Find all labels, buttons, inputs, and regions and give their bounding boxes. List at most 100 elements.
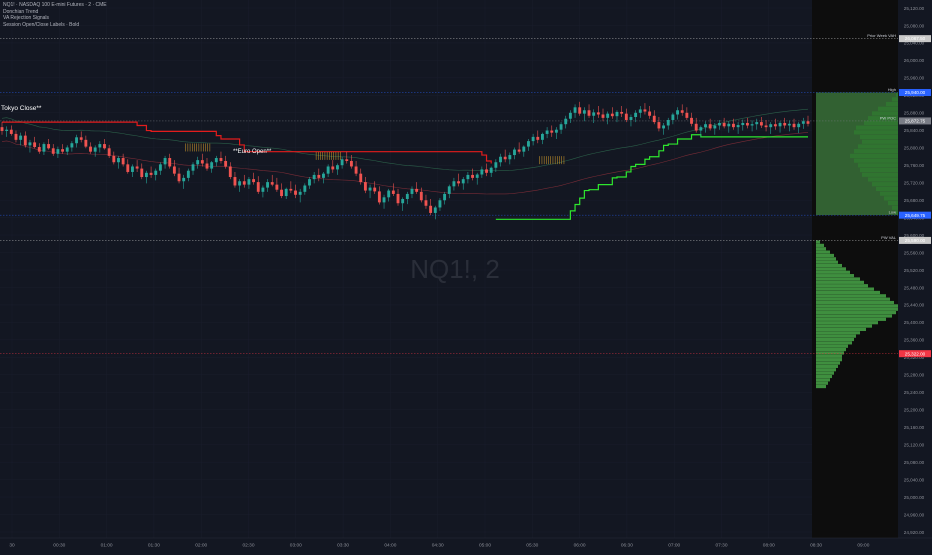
time-tick-label: 01:30 [148,543,160,549]
candle-body [303,185,307,192]
candle-body [745,122,749,126]
candle-body [690,117,693,124]
candle-body [550,130,554,133]
price-tick-label: 25,560.00 [904,250,925,255]
price-tag-text: 25,940.00 [905,90,926,95]
candle-body [415,188,419,192]
candle-body [0,127,4,131]
profile-bar [816,354,842,358]
candle-body [144,172,148,178]
profile-bar [816,263,842,268]
profile-bar [816,337,854,342]
price-tick-label: 25,120.00 [904,6,925,11]
candle-body [28,142,32,146]
profile-bar [816,347,846,352]
candle-body [331,166,335,170]
price-tick-label: 25,160.00 [904,425,925,430]
candle-body [694,123,698,131]
candle-body [750,124,754,126]
candle-body [270,182,274,185]
profile-bar [816,267,846,271]
candle-body [23,135,27,146]
profile-bar [816,250,830,254]
candle-body [354,166,358,174]
price-tick-label: 25,960.00 [904,76,925,81]
candle-body [461,179,465,184]
candle-body [503,156,507,160]
price-tag-text: 25,322.00 [905,351,926,356]
price-tick-label: 25,080.00 [904,23,925,28]
candle-body [210,162,214,169]
candle-body [219,158,223,161]
price-tag-text: 25,649.75 [905,213,926,218]
profile-bar [816,304,898,308]
price-tick-label: 25,280.00 [904,373,925,378]
candle-body [340,159,344,166]
price-tick-label: 25,760.00 [904,163,925,168]
indicator-va-rejection[interactable]: VA Rejection Signals [3,15,107,22]
candle-body [657,122,661,129]
candle-body [205,163,209,169]
candle-body [564,118,568,125]
candle-body [676,110,679,115]
time-tick-label: 04:00 [384,543,396,549]
candle-body [708,124,712,129]
trading-chart[interactable]: NQ1! · NASDAQ 100 E-mini Futures · 2 · C… [0,0,932,550]
candle-body [648,111,652,116]
candle-body [163,158,167,165]
candle-body [513,149,516,156]
candle-body [368,187,372,191]
candle-body [214,158,218,163]
candle-body [308,179,311,186]
price-axis[interactable]: 25,120.00 25,080.00 25,040.00 26,000.00 25,9… [898,0,932,538]
candle-body [140,168,144,178]
candle-body [620,111,624,114]
time-axis[interactable]: 30 00:30 01:00 01:30 02:00 02:30 03:00 03:30 04:… [0,537,932,550]
candle-body [238,181,242,186]
profile-bar [816,247,826,251]
price-level-label: PW VAL [881,235,897,240]
candle-body [629,117,633,120]
candle-body [499,156,502,163]
candle-body [65,147,69,152]
profile-bar [872,182,898,187]
indicator-donchian[interactable]: Donchian Trend [3,9,107,16]
candle-body [233,177,237,186]
candle-body [783,122,787,126]
candle-body [680,110,684,113]
candle-body [578,107,582,114]
candle-body [247,179,251,185]
profile-bar [816,243,824,247]
candle-body [769,124,773,128]
profile-bar [816,314,892,318]
profile-bar [896,92,898,97]
candle-body [517,149,521,152]
candle-body [19,135,23,140]
profile-bar [892,97,898,102]
candle-body [121,158,125,165]
profile-bar [816,334,856,338]
time-tick-label: 03:30 [337,543,349,549]
indicator-session-labels[interactable]: Session Open/Close Labels · Bold [3,22,107,29]
time-tick-label: 08:00 [763,543,775,549]
profile-bar [854,149,898,154]
candle-body [587,110,591,116]
candle-body [410,188,414,194]
candle-body [634,112,638,118]
candle-body [405,193,409,200]
profile-bar [816,331,860,335]
price-level-label: PW POC [880,115,896,120]
chart-canvas[interactable]: NQ1!, 2 Prior Week VAH High PW POC Low PW VA… [0,0,932,550]
candle-body [289,188,293,191]
profile-bar [876,186,898,192]
symbol-title[interactable]: NQ1! · NASDAQ 100 E-mini Futures · 2 · C… [3,2,107,9]
candle-body [727,123,731,127]
candle-body [685,112,689,118]
candle-body [662,125,666,129]
profile-bar [854,130,898,135]
profile-bar [886,101,898,107]
time-tick-label: 09:00 [857,543,869,549]
price-tick-label: 25,680.00 [904,198,925,203]
profile-bar [816,280,864,284]
candle-body [168,158,172,167]
